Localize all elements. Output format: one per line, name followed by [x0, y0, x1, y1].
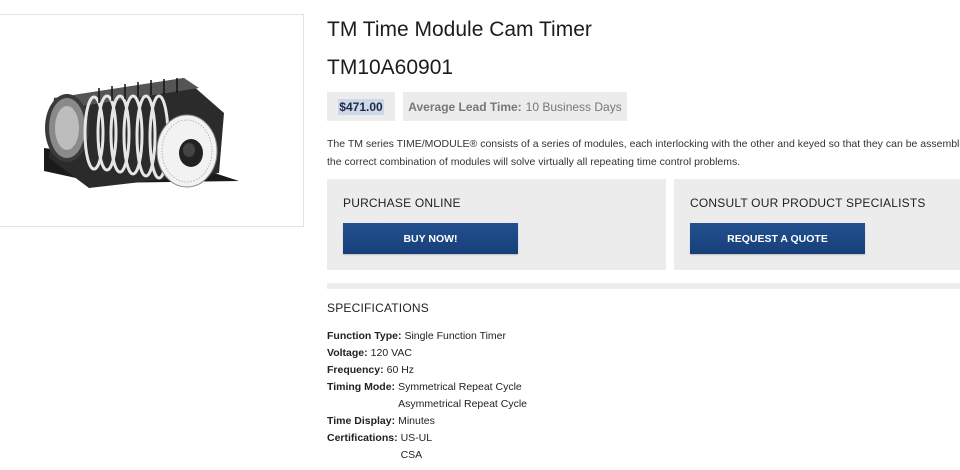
description-line-1: The TM series TIME/MODULE® consists of a…: [327, 138, 960, 150]
cam-timer-image: [44, 78, 239, 188]
spec-value: Asymmetrical Repeat Cycle: [398, 398, 528, 410]
spec-row-function-type: Function Type: Single Function Timer: [327, 328, 527, 345]
spec-label: Time Display:: [327, 415, 396, 427]
spec-row-certifications: Certifications: US-UL CSA: [327, 430, 527, 464]
spec-value: US-UL: [400, 432, 433, 444]
spec-label: Frequency:: [327, 364, 384, 376]
lead-time-value: 10 Business Days: [525, 99, 622, 114]
spec-label: Function Type:: [327, 330, 402, 342]
spec-row-voltage: Voltage: 120 VAC: [327, 345, 527, 362]
description-line-2: the correct combination of modules will …: [327, 156, 741, 168]
product-image[interactable]: [0, 14, 304, 227]
spec-value: Minutes: [398, 415, 435, 427]
spec-value: CSA: [400, 449, 423, 461]
specifications-list: Function Type: Single Function Timer Vol…: [327, 328, 527, 464]
spec-label: Timing Mode:: [327, 381, 396, 393]
product-title: TM Time Module Cam Timer: [327, 18, 592, 41]
spec-value: Single Function Timer: [404, 330, 507, 342]
spec-label: Voltage:: [327, 347, 368, 359]
product-sku: TM10A60901: [327, 56, 454, 79]
spec-row-frequency: Frequency: 60 Hz: [327, 362, 527, 379]
lead-time-box: Average Lead Time: 10 Business Days: [403, 92, 627, 121]
product-description: The TM series TIME/MODULE® consists of a…: [327, 135, 960, 171]
specifications-title: SPECIFICATIONS: [327, 301, 429, 315]
spec-value: 120 VAC: [370, 347, 412, 359]
buy-now-button[interactable]: BUY NOW!: [343, 223, 518, 254]
lead-time-label: Average Lead Time:: [408, 99, 522, 114]
spec-row-timing-mode: Timing Mode: Symmetrical Repeat Cycle As…: [327, 379, 527, 413]
spec-value: 60 Hz: [386, 364, 415, 376]
purchase-panel: PURCHASE ONLINE BUY NOW!: [327, 179, 666, 270]
price-box: $471.00: [327, 92, 395, 121]
spec-value: Symmetrical Repeat Cycle: [398, 381, 522, 393]
consult-panel: CONSULT OUR PRODUCT SPECIALISTS REQUEST …: [674, 179, 960, 270]
request-quote-button[interactable]: REQUEST A QUOTE: [690, 223, 865, 254]
spec-row-time-display: Time Display: Minutes: [327, 413, 527, 430]
purchase-title: PURCHASE ONLINE: [343, 196, 461, 210]
section-divider: [327, 283, 960, 289]
price-value: $471.00: [338, 98, 384, 115]
consult-title: CONSULT OUR PRODUCT SPECIALISTS: [690, 196, 926, 210]
spec-label: Certifications:: [327, 432, 398, 444]
